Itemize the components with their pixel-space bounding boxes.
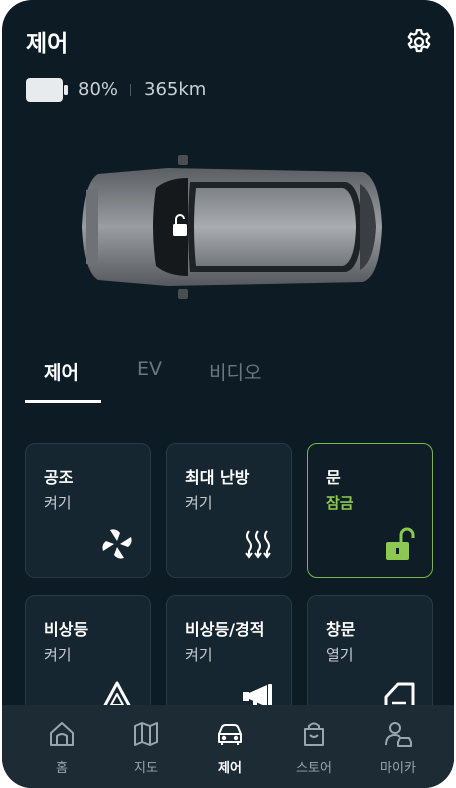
battery-percent: 80% — [78, 79, 119, 100]
gear-icon[interactable] — [404, 27, 434, 57]
bottom-nav: 홈 지도 제어 스토어 마이카 — [2, 705, 454, 788]
nav-home[interactable]: 홈 — [20, 705, 104, 788]
map-icon — [134, 722, 158, 746]
unlock-icon — [386, 527, 415, 560]
card-action: 켜기 — [44, 646, 72, 664]
card-title: 창문 — [326, 620, 356, 639]
card-title: 최대 난방 — [185, 468, 250, 487]
card-title: 문 — [326, 468, 341, 487]
nav-label: 제어 — [218, 761, 242, 776]
car-icon — [218, 724, 242, 745]
app-screen: 제어 80% 365km 제어 EV 비디오 공조 켜기 최대 난방 켜기 문 … — [2, 0, 454, 788]
tab-control[interactable]: 제어 — [44, 358, 79, 385]
card-title: 비상등 — [44, 620, 89, 639]
battery-icon — [26, 78, 68, 102]
nav-map[interactable]: 지도 — [104, 705, 188, 788]
card-door[interactable]: 문 잠금 — [307, 443, 433, 578]
tab-video[interactable]: 비디오 — [209, 358, 261, 385]
tab-ev[interactable]: EV — [137, 358, 162, 380]
nav-label: 지도 — [134, 761, 158, 776]
card-action: 켜기 — [185, 646, 213, 664]
card-action: 잠금 — [326, 494, 354, 512]
tab-bar: 제어 EV 비디오 — [2, 354, 454, 404]
driving-range: 365km — [144, 79, 207, 100]
card-title: 비상등/경적 — [185, 620, 265, 639]
card-action: 열기 — [326, 646, 354, 664]
home-icon — [50, 722, 74, 746]
nav-label: 마이카 — [380, 761, 416, 776]
card-title: 공조 — [44, 468, 74, 487]
card-action: 켜기 — [44, 494, 72, 512]
heat-icon — [245, 530, 271, 559]
store-icon — [304, 722, 324, 746]
card-climate[interactable]: 공조 켜기 — [25, 443, 151, 578]
nav-label: 스토어 — [296, 761, 332, 776]
page-title: 제어 — [26, 31, 69, 57]
fan-icon — [102, 529, 132, 559]
mycar-icon — [385, 722, 412, 747]
card-max-heat[interactable]: 최대 난방 켜기 — [166, 443, 292, 578]
nav-mycar[interactable]: 마이카 — [356, 705, 440, 788]
nav-store[interactable]: 스토어 — [272, 705, 356, 788]
nav-label: 홈 — [56, 761, 68, 776]
car-top-view — [82, 155, 382, 299]
tab-indicator — [25, 400, 101, 403]
nav-control[interactable]: 제어 — [188, 705, 272, 788]
card-action: 켜기 — [185, 494, 213, 512]
status-divider — [130, 84, 131, 96]
